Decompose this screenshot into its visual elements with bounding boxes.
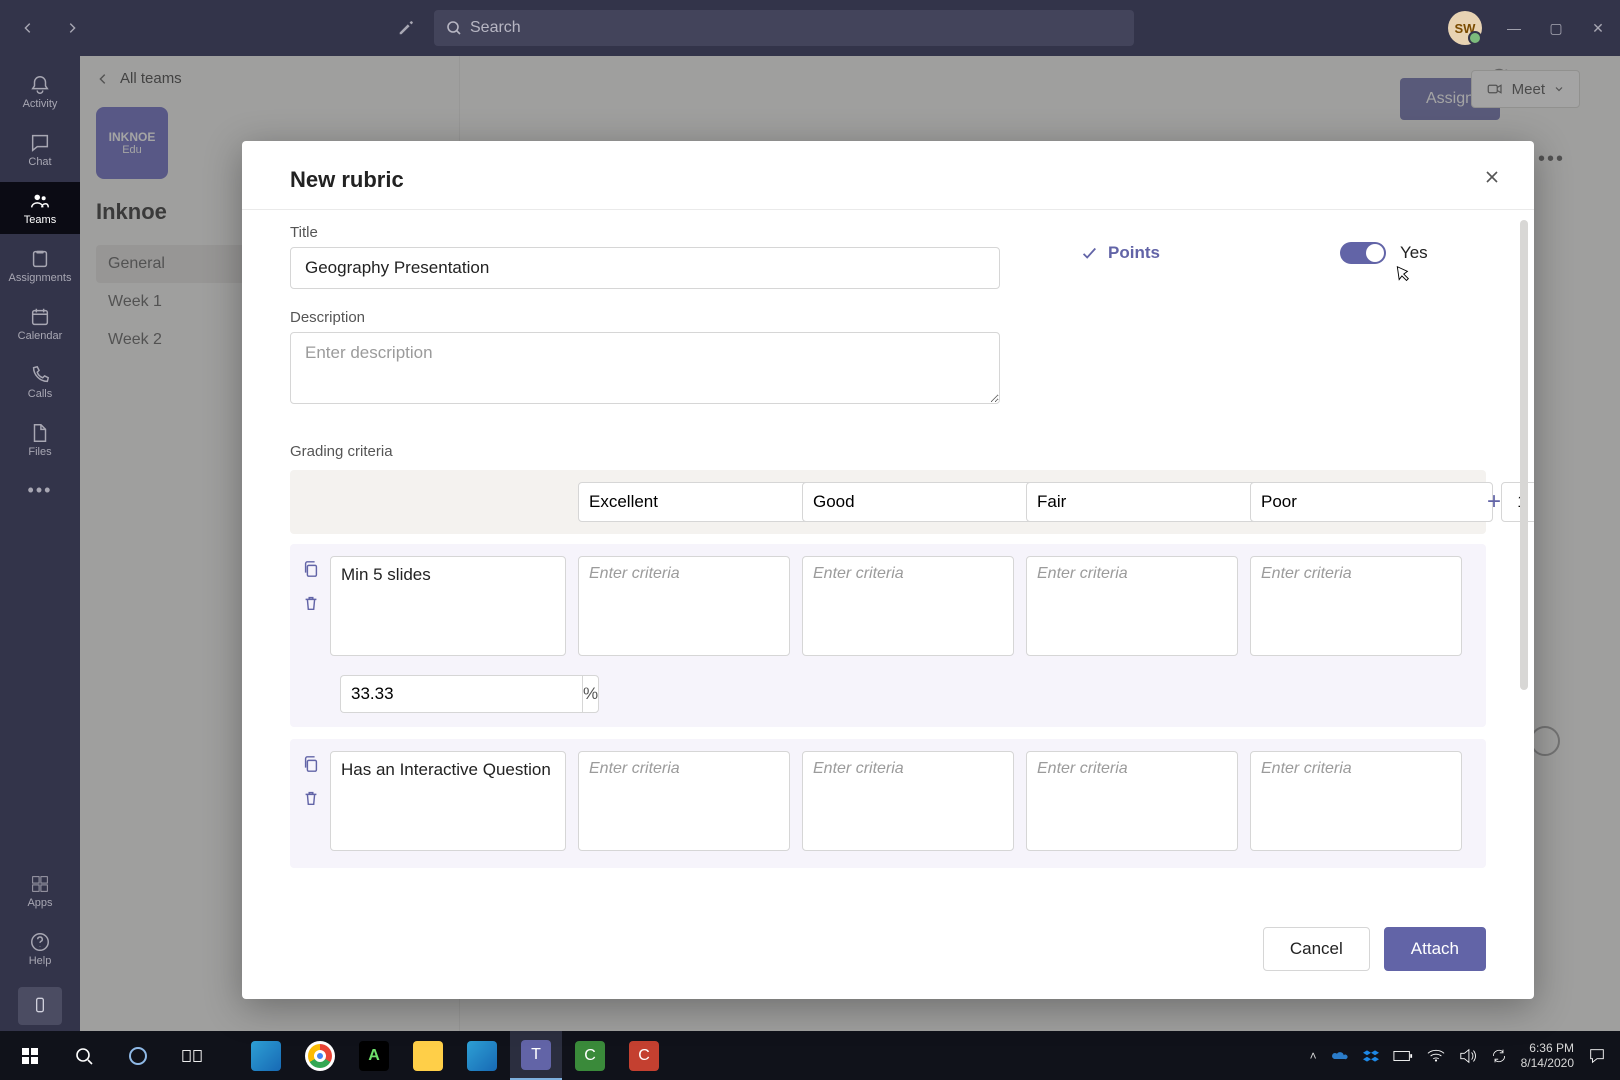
check-icon xyxy=(1080,244,1098,262)
tray-sync-icon[interactable] xyxy=(1491,1048,1507,1064)
cortana-icon[interactable] xyxy=(112,1031,164,1080)
chevron-down-icon xyxy=(1553,83,1565,95)
levels-header-row: + xyxy=(290,470,1486,534)
attach-button[interactable]: Attach xyxy=(1384,927,1486,971)
trash-icon[interactable] xyxy=(302,789,320,807)
level-name-input[interactable] xyxy=(1250,482,1493,522)
tray-battery-icon[interactable] xyxy=(1393,1049,1413,1063)
app-rail: Activity Chat Teams Assignments Calendar… xyxy=(0,56,80,1031)
description-label: Description xyxy=(290,309,1000,326)
modal-title: New rubric xyxy=(290,167,1486,193)
add-level-button[interactable]: + xyxy=(1474,482,1514,522)
rail-calls[interactable]: Calls xyxy=(0,356,80,408)
criterion-cell-input[interactable] xyxy=(802,556,1014,656)
level-name-input[interactable] xyxy=(1026,482,1269,522)
rail-apps[interactable]: Apps xyxy=(0,865,80,917)
taskbar-app-explorer[interactable] xyxy=(402,1031,454,1080)
criterion-cell-input[interactable] xyxy=(578,751,790,851)
cancel-button[interactable]: Cancel xyxy=(1263,927,1370,971)
meet-button[interactable]: Meet xyxy=(1471,70,1580,108)
criterion-weight-input[interactable] xyxy=(340,675,582,713)
taskbar-app-camtasia-rec[interactable]: C xyxy=(618,1031,670,1080)
back-button[interactable] xyxy=(12,12,44,44)
cursor-icon xyxy=(1390,264,1412,286)
criterion-cell-input[interactable] xyxy=(1026,556,1238,656)
rail-assignments[interactable]: Assignments xyxy=(0,240,80,292)
window-close-icon[interactable]: ✕ xyxy=(1588,20,1608,37)
chevron-left-icon xyxy=(96,72,110,86)
taskbar-app-chrome[interactable] xyxy=(294,1031,346,1080)
search-placeholder: Search xyxy=(470,19,521,37)
criterion-cell-input[interactable] xyxy=(802,751,1014,851)
title-label: Title xyxy=(290,224,1000,241)
action-center-icon[interactable] xyxy=(1588,1047,1606,1065)
tray-onedrive-icon[interactable] xyxy=(1331,1047,1349,1065)
taskbar-app-edge[interactable] xyxy=(240,1031,292,1080)
rail-calendar[interactable]: Calendar xyxy=(0,298,80,350)
clock-icon[interactable] xyxy=(1530,726,1560,756)
tb-search-icon[interactable] xyxy=(58,1031,110,1080)
toggle-label: Yes xyxy=(1400,243,1428,263)
rail-teams[interactable]: Teams xyxy=(0,182,80,234)
criterion-row xyxy=(290,544,1486,673)
rubric-description-input[interactable] xyxy=(290,332,1000,404)
taskbar-app[interactable]: A xyxy=(348,1031,400,1080)
points-toggle[interactable] xyxy=(1340,242,1386,264)
tray-chevron-up-icon[interactable]: ˄ xyxy=(1310,1049,1317,1063)
windows-taskbar: A T C C ˄ 6:36 PM 8/14/2020 xyxy=(0,1031,1620,1080)
close-icon[interactable] xyxy=(1478,163,1506,191)
copy-icon[interactable] xyxy=(302,755,320,773)
criterion-cell-input[interactable] xyxy=(1250,751,1462,851)
criterion-cell-input[interactable] xyxy=(578,556,790,656)
trash-icon[interactable] xyxy=(302,594,320,612)
level-name-input[interactable] xyxy=(802,482,1045,522)
new-rubric-modal: New rubric Title Description xyxy=(242,141,1534,999)
video-icon xyxy=(1486,80,1504,98)
percent-label: % xyxy=(582,675,599,713)
window-maximize-icon[interactable]: ▢ xyxy=(1546,20,1566,37)
search-input[interactable]: Search xyxy=(434,10,1134,46)
back-all-teams[interactable]: All teams xyxy=(96,70,443,87)
criterion-row xyxy=(290,739,1486,868)
rail-help[interactable]: Help xyxy=(0,923,80,975)
tray-volume-icon[interactable] xyxy=(1459,1048,1477,1064)
rail-activity[interactable]: Activity xyxy=(0,66,80,118)
level-name-input[interactable] xyxy=(578,482,821,522)
scrollbar[interactable] xyxy=(1520,220,1528,690)
criterion-cell-input[interactable] xyxy=(1250,556,1462,656)
taskbar-app-camtasia[interactable]: C xyxy=(564,1031,616,1080)
forward-button[interactable] xyxy=(56,12,88,44)
rail-more-icon[interactable]: ••• xyxy=(0,472,80,509)
rail-device-icon[interactable] xyxy=(18,987,62,1025)
criterion-cell-input[interactable] xyxy=(1026,751,1238,851)
system-clock[interactable]: 6:36 PM 8/14/2020 xyxy=(1521,1041,1574,1070)
window-minimize-icon[interactable]: — xyxy=(1504,20,1524,36)
task-view-icon[interactable] xyxy=(166,1031,218,1080)
criterion-name-input[interactable] xyxy=(330,556,566,656)
avatar[interactable]: SW xyxy=(1448,11,1482,45)
rubric-title-input[interactable] xyxy=(290,247,1000,289)
search-icon xyxy=(446,20,462,36)
criterion-name-input[interactable] xyxy=(330,751,566,851)
points-label: Points xyxy=(1080,243,1160,263)
rail-chat[interactable]: Chat xyxy=(0,124,80,176)
copy-icon[interactable] xyxy=(302,560,320,578)
criterion-weight-row: % xyxy=(290,665,1486,727)
more-options-icon[interactable]: ••• xyxy=(1538,148,1565,171)
rail-files[interactable]: Files xyxy=(0,414,80,466)
taskbar-app-teams[interactable]: T xyxy=(510,1031,562,1080)
start-button[interactable] xyxy=(4,1031,56,1080)
grading-criteria-label: Grading criteria xyxy=(290,443,1486,460)
compose-icon[interactable] xyxy=(390,12,422,44)
team-avatar: INKNOE Edu xyxy=(96,107,168,179)
taskbar-app-edge2[interactable] xyxy=(456,1031,508,1080)
tray-dropbox-icon[interactable] xyxy=(1363,1048,1379,1064)
tray-wifi-icon[interactable] xyxy=(1427,1049,1445,1063)
title-bar: Search SW — ▢ ✕ xyxy=(0,0,1620,56)
